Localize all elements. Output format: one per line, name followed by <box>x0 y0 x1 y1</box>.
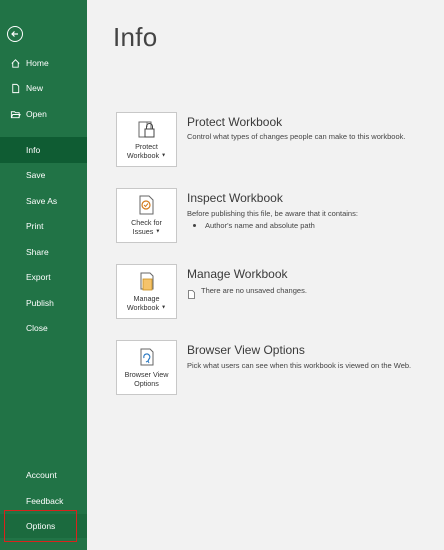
sidebar-item-info[interactable]: Info <box>0 137 87 163</box>
tile-label-line1: Check for <box>131 218 162 227</box>
tile-label-line1: Protect <box>135 142 158 151</box>
browser-view-options-title: Browser View Options <box>187 343 305 357</box>
sidebar-item-new[interactable]: New <box>0 76 87 100</box>
sidebar-item-label: Open <box>26 109 47 119</box>
manage-workbook-title: Manage Workbook <box>187 267 288 281</box>
sidebar-item-label: Save <box>26 170 46 180</box>
tile-label-line2: Workbook <box>126 151 160 160</box>
browser-view-icon <box>136 346 158 368</box>
tile-label: Browser View Options <box>118 370 176 388</box>
tile-label: Check for Issues ▼ <box>118 218 176 237</box>
chevron-down-icon: ▼ <box>161 304 167 311</box>
home-icon <box>9 57 21 69</box>
bullet-icon <box>193 224 196 228</box>
tile-label-line2: Options <box>134 379 159 388</box>
sidebar-item-home[interactable]: Home <box>0 51 87 75</box>
tile-label: Manage Workbook ▼ <box>118 294 176 313</box>
sidebar-item-save[interactable]: Save <box>0 163 87 187</box>
sidebar-item-label: Publish <box>26 298 54 308</box>
manage-workbook-description: There are no unsaved changes. <box>201 286 307 295</box>
sidebar-item-label: Account <box>26 470 57 480</box>
chevron-down-icon: ▼ <box>155 228 161 235</box>
backstage-sidebar: Home New Open Info Save Save As Print Sh… <box>0 0 87 550</box>
tile-label-line1: Manage <box>133 294 160 303</box>
inspect-workbook-description: Before publishing this file, be aware th… <box>187 209 358 218</box>
sidebar-item-options[interactable]: Options <box>0 514 87 538</box>
tile-label-line2: Issues <box>132 227 154 236</box>
browser-view-options-description: Pick what users can see when this workbo… <box>187 361 412 370</box>
back-arrow-icon <box>11 31 18 37</box>
page-title: Info <box>113 22 158 52</box>
sidebar-item-print[interactable]: Print <box>0 214 87 238</box>
tile-label-line2: Workbook <box>126 303 160 312</box>
new-file-icon <box>9 82 21 94</box>
protect-workbook-title: Protect Workbook <box>187 115 283 129</box>
lock-icon <box>136 118 158 140</box>
inspect-document-icon <box>136 194 158 216</box>
protect-workbook-button[interactable]: Protect Workbook ▼ <box>116 112 177 167</box>
sidebar-item-account[interactable]: Account <box>0 463 87 487</box>
sidebar-item-label: New <box>26 83 44 93</box>
sidebar-item-label: Info <box>26 145 41 155</box>
inspect-workbook-title: Inspect Workbook <box>187 191 283 205</box>
sidebar-item-export[interactable]: Export <box>0 265 87 289</box>
list-item: Author's name and absolute path <box>193 221 315 230</box>
manage-workbook-button[interactable]: Manage Workbook ▼ <box>116 264 177 319</box>
protect-workbook-description: Control what types of changes people can… <box>187 132 406 141</box>
sidebar-item-label: Share <box>26 247 49 257</box>
sidebar-item-open[interactable]: Open <box>0 102 87 126</box>
tile-label-line1: Browser View <box>124 370 169 379</box>
sidebar-item-label: Home <box>26 58 49 68</box>
sidebar-item-label: Close <box>26 323 48 333</box>
sidebar-item-publish[interactable]: Publish <box>0 291 87 315</box>
sidebar-item-save-as[interactable]: Save As <box>0 189 87 213</box>
folder-open-icon <box>9 108 21 120</box>
chevron-down-icon: ▼ <box>161 152 167 159</box>
info-pane: Info Protect Workbook ▼ Protect Workbook… <box>87 0 444 550</box>
sidebar-item-close[interactable]: Close <box>0 316 87 340</box>
browser-view-options-button[interactable]: Browser View Options <box>116 340 177 395</box>
sidebar-item-share[interactable]: Share <box>0 240 87 264</box>
sidebar-item-label: Print <box>26 221 44 231</box>
manage-workbook-icon <box>136 270 158 292</box>
sidebar-item-feedback[interactable]: Feedback <box>0 489 87 513</box>
sidebar-item-label: Export <box>26 272 51 282</box>
check-for-issues-button[interactable]: Check for Issues ▼ <box>116 188 177 243</box>
sidebar-item-label: Save As <box>26 196 58 206</box>
back-button[interactable] <box>7 26 23 42</box>
tile-label: Protect Workbook ▼ <box>118 142 176 161</box>
sidebar-item-label: Feedback <box>26 496 64 506</box>
bullet-text: Author's name and absolute path <box>205 221 315 230</box>
document-small-icon <box>187 286 196 299</box>
sidebar-item-label: Options <box>26 521 56 531</box>
